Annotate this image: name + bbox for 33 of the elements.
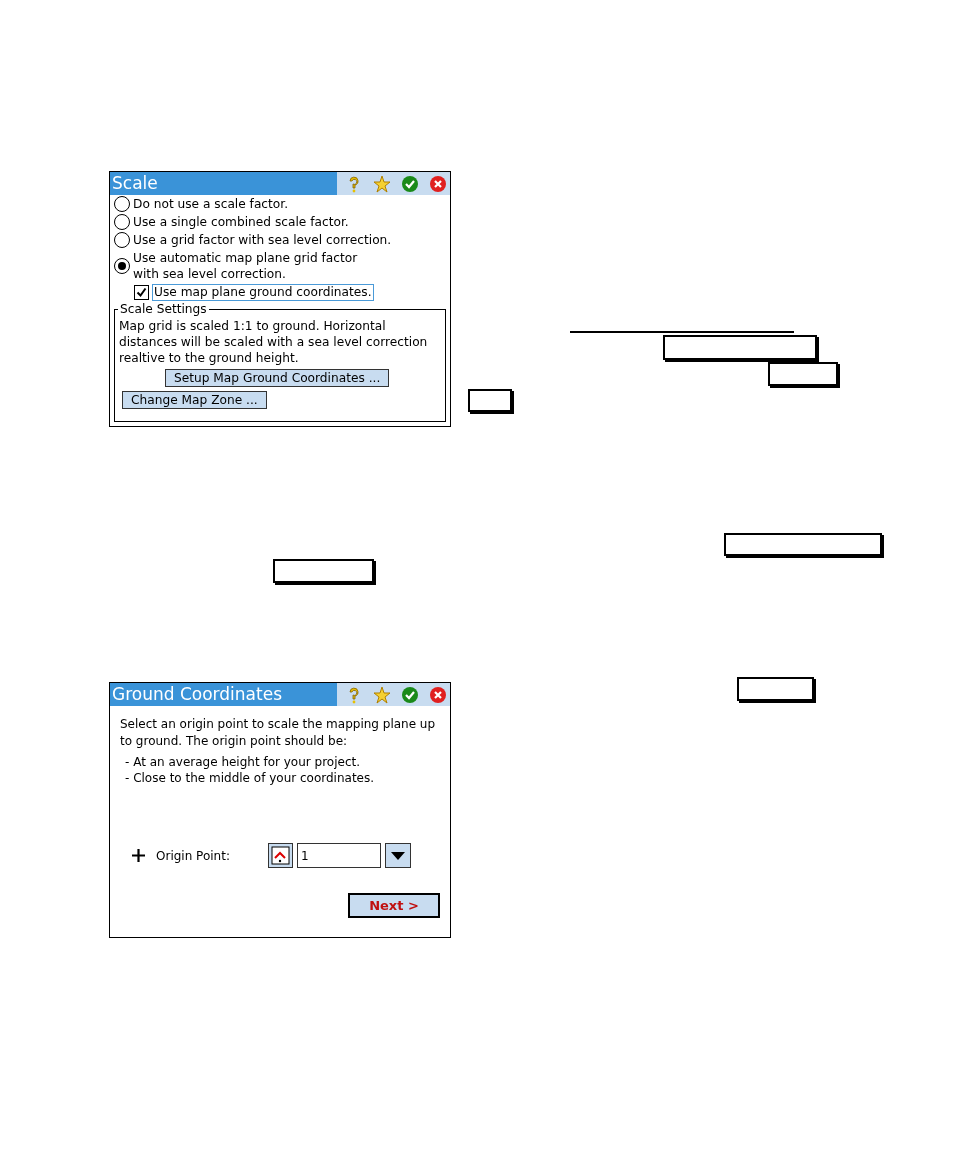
blank-key-frame <box>768 362 838 386</box>
dropdown-button[interactable] <box>385 843 411 868</box>
bullet-text: - Close to the middle of your coordinates. <box>124 770 376 786</box>
option-label[interactable]: Use a grid factor with sea level correction. <box>133 232 392 248</box>
plus-icon <box>132 849 145 862</box>
window-title: Scale <box>111 172 159 195</box>
map-picker-icon[interactable] <box>268 843 293 868</box>
next-button[interactable]: Next > <box>348 893 440 918</box>
ok-icon[interactable] <box>401 174 419 193</box>
instruction-text: Select an origin point to scale the mapping plane up to ground. The origin point should be: <box>120 716 437 750</box>
setup-button[interactable]: Setup Map Ground Coordinates ... <box>165 369 390 387</box>
group-title: Scale Settings <box>118 301 209 317</box>
checkbox-label[interactable]: Use map plane ground coordinates. <box>152 284 374 301</box>
star-icon[interactable] <box>373 685 391 704</box>
field-label: Origin Point: <box>156 848 231 863</box>
star-icon[interactable] <box>373 174 391 193</box>
option-label[interactable]: Do not use a scale factor. <box>133 196 289 212</box>
radio-button[interactable] <box>114 258 130 274</box>
close-icon[interactable] <box>429 174 447 193</box>
origin-point-field[interactable]: 1 <box>297 843 381 868</box>
radio-button[interactable] <box>114 232 130 248</box>
checkbox[interactable] <box>134 285 149 300</box>
close-icon[interactable] <box>429 685 447 704</box>
bullet-text: - At an average height for your project. <box>124 754 361 770</box>
radio-button[interactable] <box>114 196 130 212</box>
blank-key-frame <box>468 389 512 412</box>
ok-icon[interactable] <box>401 685 419 704</box>
option-label[interactable]: Use automatic map plane grid factor with sea level correction. <box>133 250 358 282</box>
option-label[interactable]: Use a single combined scale factor. <box>133 214 349 230</box>
change-zone-button[interactable]: Change Map Zone ... <box>122 391 267 409</box>
description-text: Map grid is scaled 1:1 to ground. Horizontal distances will be scaled with a sea level correction realtive to the ground height. <box>119 318 429 366</box>
window-title: Ground Coordinates <box>111 683 283 706</box>
radio-button[interactable] <box>114 214 130 230</box>
